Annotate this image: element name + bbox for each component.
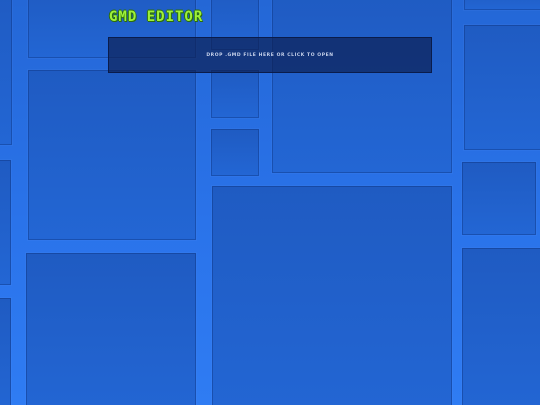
background-tile <box>212 186 452 405</box>
background-tile <box>211 129 259 176</box>
background-tile <box>272 0 452 173</box>
background-tile <box>0 298 11 405</box>
background-tile <box>464 0 540 10</box>
background-tile <box>464 25 540 150</box>
background-tile <box>0 160 11 285</box>
background-tile <box>462 162 536 235</box>
drop-zone-label: DROP .GMD FILE HERE OR CLICK TO OPEN <box>206 52 334 58</box>
background-tile <box>28 70 196 240</box>
background-tile <box>0 0 12 145</box>
app-title: GMD EDITOR <box>109 9 204 25</box>
background-tile <box>26 253 196 405</box>
background-tile <box>211 70 259 118</box>
background-tile <box>462 248 540 405</box>
file-drop-zone[interactable]: DROP .GMD FILE HERE OR CLICK TO OPEN <box>108 37 432 73</box>
